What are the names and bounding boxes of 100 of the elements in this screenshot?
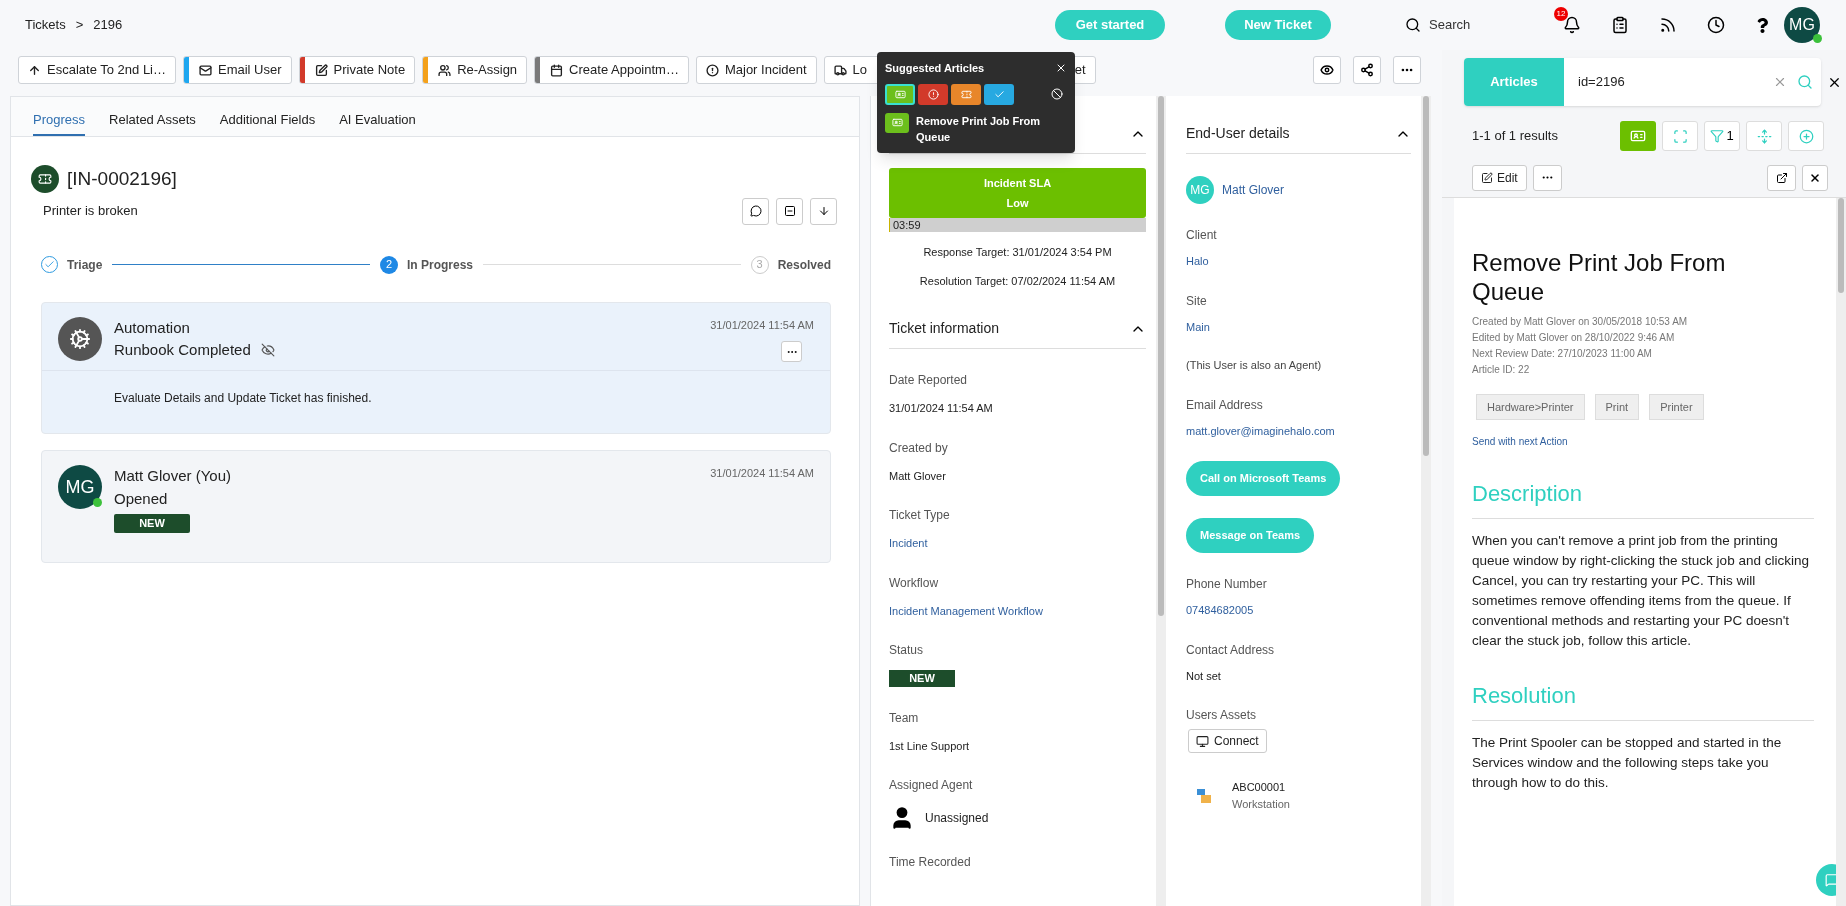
- search-icon: [1405, 17, 1421, 33]
- open-external-button[interactable]: [1767, 164, 1796, 191]
- tab[interactable]: Additional Fields: [219, 109, 316, 136]
- field-label: Contact Address: [1186, 641, 1276, 659]
- block-icon[interactable]: [1051, 88, 1063, 100]
- section-body: When you can't remove a print job from the printing queue window by right-clicking the stuck job and clicking Cancel, you can try restarting your PC. This will sometimes remove offending items from the queue. If conventional methods and restarting your PC doesn't clear the stuck job, follow this article.: [1472, 532, 1810, 650]
- field-value: Matt Glover: [889, 468, 947, 484]
- ticket-id: [IN-0002196]: [67, 167, 177, 191]
- connect-button[interactable]: Connect: [1188, 729, 1267, 753]
- edit-button[interactable]: Edit: [1472, 164, 1527, 191]
- tab[interactable]: AI Evaluation: [339, 109, 416, 136]
- action-author: Matt Glover (You): [114, 466, 232, 486]
- field-link[interactable]: 07484682005: [1186, 602, 1411, 619]
- card-icon: [1630, 128, 1646, 144]
- clock-icon[interactable]: [1707, 16, 1725, 34]
- action-author: Automation: [114, 317, 191, 338]
- user-avatar: MG: [58, 465, 102, 509]
- toolbar-icon: [438, 63, 452, 77]
- eye-icon: [1320, 63, 1334, 77]
- article-tag: Printer: [1649, 394, 1704, 420]
- results-count: 1-1 of 1 results: [1472, 127, 1558, 146]
- toolbar-button[interactable]: Private Note: [298, 56, 416, 84]
- agent-note: (This User is also an Agent): [1186, 358, 1323, 373]
- notification-count: 12: [1554, 7, 1568, 21]
- action-title: Opened: [114, 488, 168, 509]
- toolbar-button[interactable]: Re-Assign: [422, 56, 528, 84]
- ticket-summary: Printer is broken: [43, 202, 138, 221]
- more-button[interactable]: [781, 341, 802, 362]
- breadcrumb-link[interactable]: Tickets: [25, 15, 66, 35]
- clipboard-icon[interactable]: [1611, 16, 1629, 34]
- user-link[interactable]: Matt Glover: [1222, 181, 1284, 199]
- check-icon: [993, 88, 1005, 100]
- external-link-icon: [1775, 171, 1788, 184]
- field-link[interactable]: Main: [1186, 318, 1411, 335]
- close-icon: [1809, 171, 1821, 184]
- article-filter-button[interactable]: [951, 83, 981, 105]
- toolbar-button[interactable]: Create Appointm…: [534, 56, 689, 84]
- suggested-article-link[interactable]: Remove Print Job From Queue: [916, 112, 1067, 145]
- asset-name: ABC00001: [1232, 780, 1287, 795]
- pencil-icon: [1481, 171, 1493, 184]
- field-link[interactable]: Incident Management Workflow: [889, 602, 1146, 619]
- view-button[interactable]: [1313, 56, 1341, 84]
- alert-icon: [927, 88, 939, 100]
- collapse-button[interactable]: [776, 197, 803, 225]
- help-icon[interactable]: [1755, 17, 1770, 33]
- field-label: Workflow: [889, 574, 940, 592]
- workstation-icon: [1196, 787, 1212, 804]
- down-arrow-icon: [817, 205, 830, 217]
- article-filter-button[interactable]: [918, 83, 948, 105]
- field-label: Team: [889, 709, 920, 727]
- share-button[interactable]: [1353, 56, 1381, 84]
- response-target: Response Target: 31/01/2024 3:54 PM: [922, 245, 1113, 260]
- fullscreen-icon: [1672, 128, 1688, 144]
- toolbar-icon: [314, 63, 328, 77]
- field-label: Time Recorded: [889, 854, 972, 871]
- toolbar-button[interactable]: Email User: [183, 56, 292, 84]
- download-button[interactable]: [810, 197, 837, 225]
- toolbar-icon: [550, 63, 564, 77]
- field-label: Created by: [889, 439, 949, 457]
- comment-button[interactable]: [742, 197, 769, 225]
- user-avatar[interactable]: MG: [1784, 7, 1820, 43]
- toolbar-button[interactable]: Escalate To 2nd Li…: [18, 56, 176, 84]
- field-label: Assigned Agent: [889, 777, 974, 794]
- field-label: Date Reported: [889, 372, 969, 389]
- send-with-next-action-link[interactable]: Send with next Action: [1472, 434, 1814, 449]
- article-search-field[interactable]: id=2196: [1564, 72, 1773, 92]
- field-label: Ticket Type: [889, 507, 951, 524]
- tab[interactable]: Related Assets: [109, 109, 196, 136]
- toolbar-icon: [199, 63, 212, 77]
- step-label: In Progress: [407, 256, 473, 274]
- ticket-icon: [960, 88, 972, 100]
- field-link[interactable]: Incident: [889, 535, 1146, 552]
- clear-icon[interactable]: [1773, 75, 1787, 89]
- article-filter-button[interactable]: [885, 83, 915, 105]
- filter-button[interactable]: 1: [1704, 121, 1740, 151]
- article-meta: Created by Matt Glover on 30/05/2018 10:53 AM: [1472, 315, 1689, 329]
- article-meta: Edited by Matt Glover on 28/10/2022 9:46 AM: [1472, 331, 1676, 345]
- ticket-glyph: [38, 172, 52, 187]
- field-label: Status: [889, 642, 925, 659]
- close-button[interactable]: [1802, 164, 1828, 191]
- field-link[interactable]: matt.glover@imaginehalo.com: [1186, 422, 1411, 439]
- section-title: Ticket information: [889, 319, 999, 338]
- article-filter-button[interactable]: [984, 83, 1014, 105]
- field-value: Unassigned: [925, 810, 989, 827]
- toolbar-icon: [705, 63, 719, 77]
- toolbar-button[interactable]: Major Incident: [695, 56, 817, 84]
- scrollbar[interactable]: [1421, 96, 1431, 906]
- notifications-icon[interactable]: [1563, 16, 1581, 34]
- tab[interactable]: Progress: [33, 109, 86, 136]
- status-badge: NEW: [114, 514, 190, 533]
- section-body: The Print Spooler can be stopped and started in the Services window and the following steps take you through how to do this.: [1472, 734, 1783, 792]
- article-tag: Print: [1594, 394, 1640, 420]
- article-title: Remove Print Job From Queue: [1472, 248, 1727, 306]
- feed-icon[interactable]: [1659, 16, 1677, 34]
- scrollbar[interactable]: [1156, 96, 1166, 906]
- field-link[interactable]: Halo: [1186, 253, 1411, 270]
- search-field[interactable]: Search: [1429, 15, 1529, 35]
- scrollbar[interactable]: [1836, 198, 1846, 906]
- breadcrumb-link[interactable]: 2196: [93, 15, 123, 35]
- share-icon: [1360, 63, 1374, 77]
